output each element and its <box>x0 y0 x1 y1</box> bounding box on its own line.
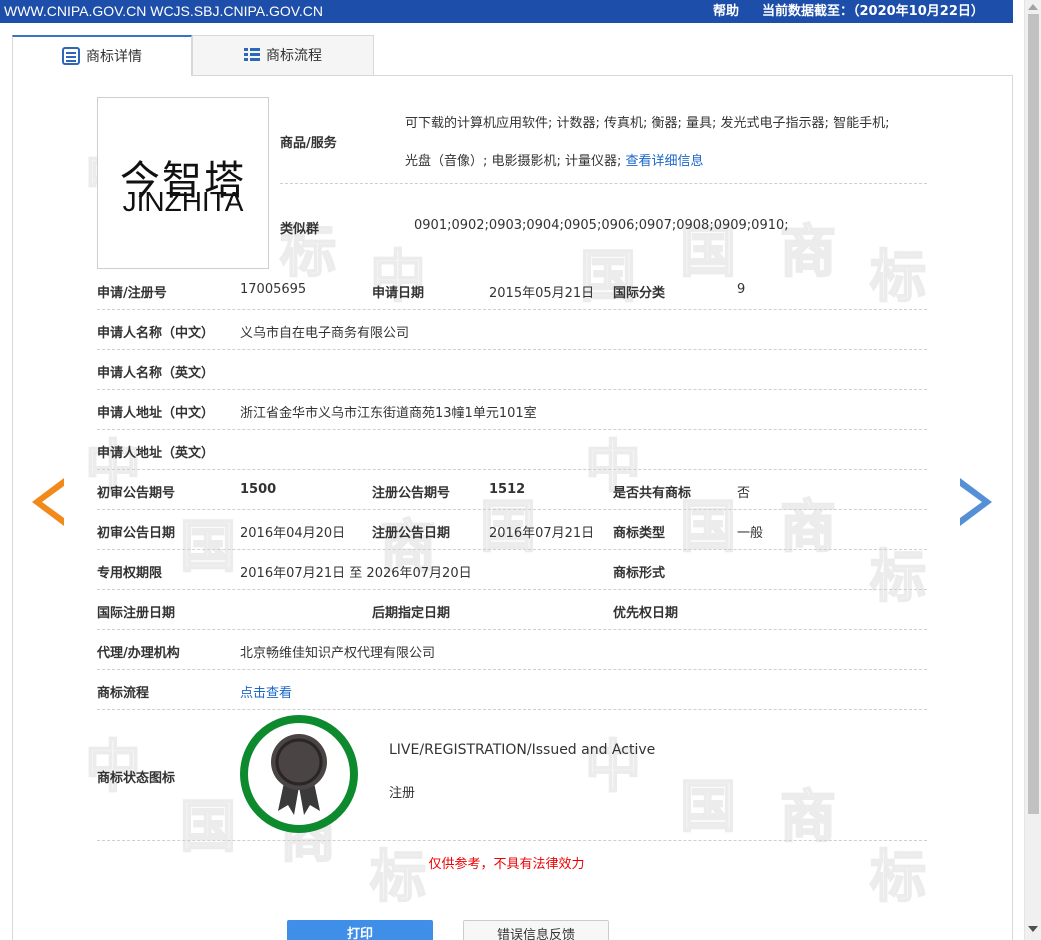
later-designation-label: 后期指定日期 <box>372 606 451 621</box>
divider <box>97 509 927 510</box>
award-ribbon-icon <box>271 734 327 815</box>
divider <box>97 589 927 590</box>
trademark-logo-en: JINZHITA <box>122 186 244 217</box>
divider <box>97 549 927 550</box>
reg-pub-no-label: 注册公告期号 <box>372 486 451 501</box>
divider <box>97 669 927 670</box>
divider <box>97 429 927 430</box>
data-as-of: 当前数据截至：（2020年10月22日） <box>762 4 984 19</box>
trademark-image[interactable]: 今智塔 JINZHITA <box>97 97 269 269</box>
tab-trademark-detail[interactable]: 商标详情 <box>12 35 192 76</box>
address-cn-value: 浙江省金华市义乌市江东街道商苑13幢1单元101室 <box>240 406 537 421</box>
tab-label: 商标流程 <box>266 48 322 64</box>
status-en: LIVE/REGISTRATION/Issued and Active <box>389 742 656 758</box>
divider <box>97 840 927 841</box>
watermark-char: 商 <box>779 220 837 285</box>
top-bar: WWW.CNIPA.GOV.CN WCJS.SBJ.CNIPA.GOV.CN 帮… <box>0 0 1013 23</box>
print-button[interactable]: 打印 <box>287 920 433 940</box>
divider <box>97 709 927 710</box>
tab-trademark-process[interactable]: 商标流程 <box>192 35 374 76</box>
intl-class-label: 国际分类 <box>613 286 666 301</box>
error-feedback-button[interactable]: 错误信息反馈 <box>463 920 609 940</box>
similar-groups-value: 0901;0902;0903;0904;0905;0906;0907;0908;… <box>414 218 789 233</box>
divider <box>280 183 927 184</box>
agent-value: 北京畅维佳知识产权代理有限公司 <box>240 646 436 661</box>
scrollbar-thumb[interactable] <box>1028 14 1039 814</box>
status-cn: 注册 <box>389 786 416 801</box>
applicant-cn-value: 义乌市自在电子商务有限公司 <box>240 326 410 341</box>
status-icon-label: 商标状态图标 <box>97 771 176 786</box>
agent-label: 代理/办理机构 <box>97 646 180 661</box>
scroll-up-icon[interactable] <box>1028 4 1038 10</box>
prelim-pub-no-label: 初审公告期号 <box>97 486 176 501</box>
divider <box>97 389 927 390</box>
watermark-char: 国 <box>179 795 237 860</box>
app-date-value: 2015年05月21日 <box>489 286 595 301</box>
watermark-char: 国 <box>179 515 237 580</box>
tm-type-label: 商标类型 <box>613 526 666 541</box>
previous-arrow-icon[interactable] <box>32 478 64 526</box>
process-label: 商标流程 <box>97 686 150 701</box>
reg-no-label: 申请/注册号 <box>97 286 167 301</box>
tm-form-label: 商标形式 <box>613 566 666 581</box>
divider <box>97 349 927 350</box>
goods-services-label: 商品/服务 <box>280 136 337 151</box>
address-cn-label: 申请人地址（中文） <box>97 406 215 421</box>
divider <box>97 469 927 470</box>
divider <box>97 629 927 630</box>
reg-pub-no-value: 1512 <box>489 482 526 497</box>
tab-label: 商标详情 <box>86 49 142 65</box>
reg-no-value: 17005695 <box>240 282 307 297</box>
next-arrow-icon[interactable] <box>960 478 992 526</box>
similar-groups-label: 类似群 <box>280 222 320 237</box>
intl-class-value: 9 <box>737 282 746 297</box>
shared-tm-label: 是否共有商标 <box>613 486 692 501</box>
goods-services-line1: 可下载的计算机应用软件; 计数器; 传真机; 衡器; 量具; 发光式电子指示器;… <box>405 116 890 131</box>
scrollbar[interactable] <box>1024 0 1041 940</box>
divider <box>97 309 927 310</box>
address-en-label: 申请人地址（英文） <box>97 446 215 461</box>
scroll-down-icon[interactable] <box>1028 926 1038 932</box>
goods-services-line2: 光盘（音像）; 电影摄影机; 计量仪器; 查看详细信息 <box>405 154 704 169</box>
priority-date-label: 优先权日期 <box>613 606 679 621</box>
applicant-cn-label: 申请人名称（中文） <box>97 326 215 341</box>
applicant-en-label: 申请人名称（英文） <box>97 366 215 381</box>
list-icon <box>244 48 260 62</box>
view-process-link[interactable]: 点击查看 <box>240 682 292 701</box>
view-details-link[interactable]: 查看详细信息 <box>626 154 704 169</box>
app-date-label: 申请日期 <box>372 286 425 301</box>
watermark-char: 标 <box>869 245 927 310</box>
help-link[interactable]: 帮助 <box>713 0 739 23</box>
watermark-char: 商 <box>779 785 837 850</box>
prelim-pub-date-label: 初审公告日期 <box>97 526 176 541</box>
shared-tm-value: 否 <box>737 486 751 501</box>
site-links[interactable]: WWW.CNIPA.GOV.CN WCJS.SBJ.CNIPA.GOV.CN <box>4 0 323 23</box>
reg-pub-date-value: 2016年07月21日 <box>489 526 595 541</box>
tm-type-value: 一般 <box>737 526 764 541</box>
exclusive-term-value: 2016年07月21日 至 2026年07月20日 <box>240 566 472 581</box>
reg-pub-date-label: 注册公告日期 <box>372 526 451 541</box>
status-badge <box>240 715 358 833</box>
watermark-char: 标 <box>869 545 927 610</box>
exclusive-term-label: 专用权期限 <box>97 566 163 581</box>
prelim-pub-no-value: 1500 <box>240 482 277 497</box>
watermark-char: 国 <box>679 220 737 285</box>
intl-reg-date-label: 国际注册日期 <box>97 606 176 621</box>
disclaimer-notice: 仅供参考，不具有法律效力 <box>428 857 585 872</box>
document-list-icon <box>62 47 80 65</box>
prelim-pub-date-value: 2016年04月20日 <box>240 526 346 541</box>
watermark-char: 国 <box>679 775 737 840</box>
